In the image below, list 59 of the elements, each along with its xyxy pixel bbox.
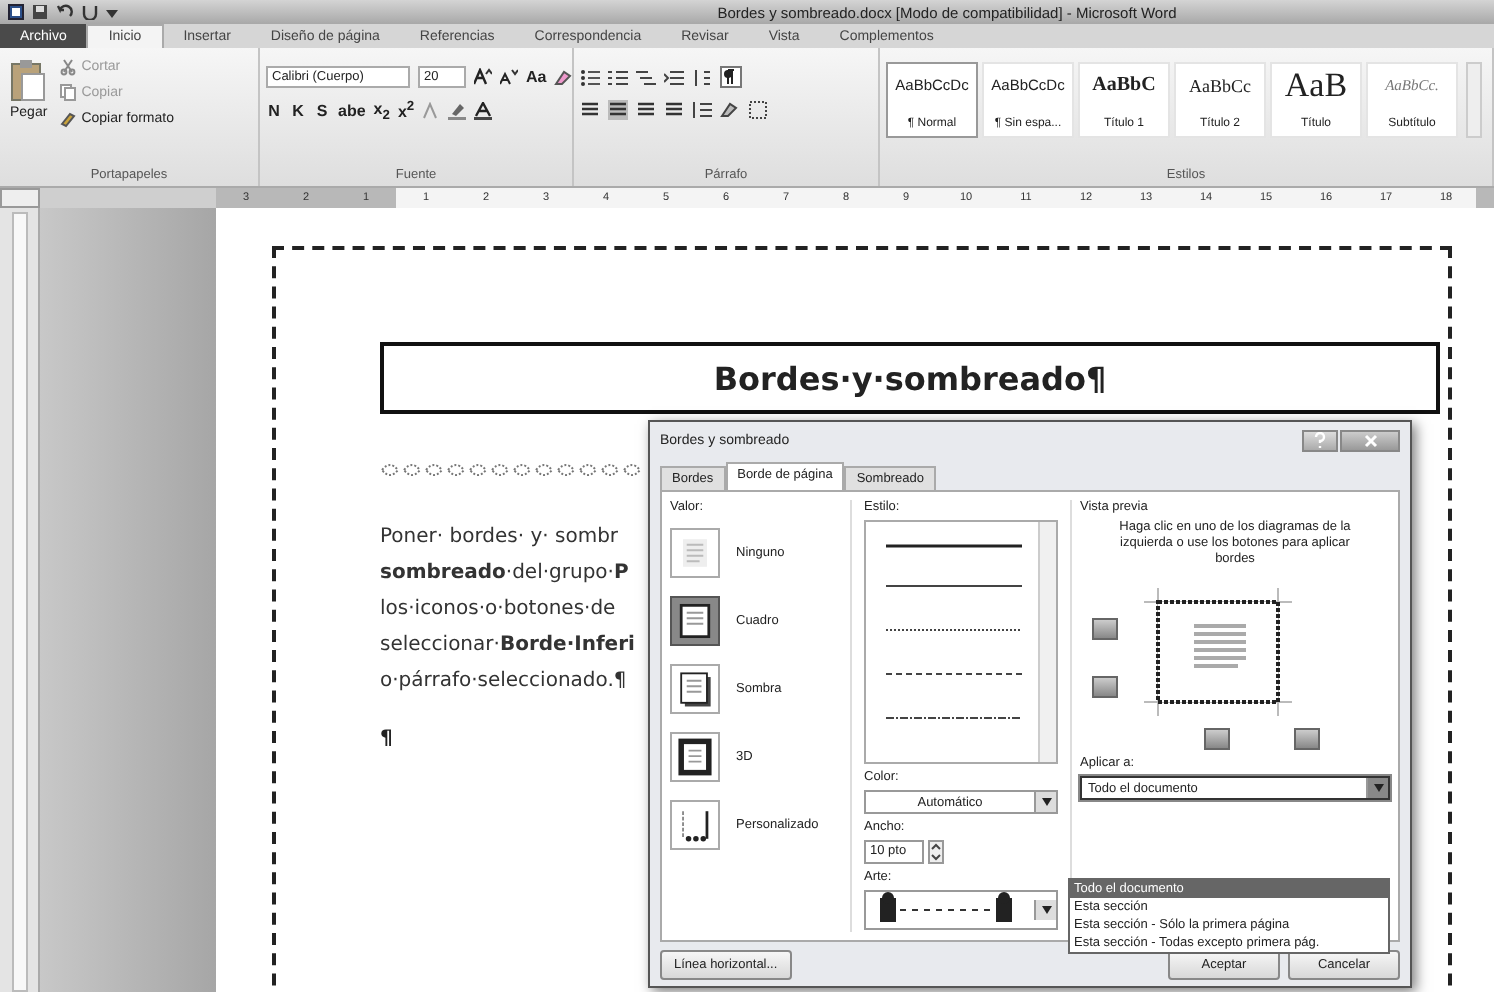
align-icon[interactable] [636, 100, 656, 120]
dropdown-arrow-icon [1041, 906, 1051, 914]
close-icon [1363, 433, 1377, 447]
bottom-border-button[interactable] [1092, 676, 1118, 698]
redo-icon[interactable] [82, 4, 98, 20]
copy-icon [59, 84, 76, 102]
spinner-icon[interactable] [928, 840, 944, 864]
styles-scrollbar[interactable] [1466, 62, 1482, 138]
align-icon[interactable] [608, 100, 628, 120]
font-color-icon[interactable] [474, 102, 493, 121]
change-case-button[interactable]: Aa [526, 68, 547, 86]
paragraph-text: los·iconos·o·botones·de [380, 596, 616, 624]
align-icon[interactable] [580, 100, 600, 120]
pilcrow-toggle-icon[interactable] [720, 66, 742, 88]
eraser-icon[interactable] [554, 68, 573, 86]
highlighter-icon[interactable] [448, 102, 467, 121]
shrink-font-icon[interactable] [500, 68, 518, 86]
art-dropdown[interactable] [864, 890, 1058, 930]
brush-icon [59, 110, 76, 128]
bullet-list-icon[interactable] [580, 67, 600, 87]
format-button[interactable]: S [314, 102, 330, 121]
right-border-button[interactable] [1294, 728, 1320, 750]
format-button[interactable]: K [290, 102, 306, 121]
scrollbar[interactable] [1038, 522, 1056, 762]
shading-icon[interactable] [720, 100, 740, 120]
paragraph-text: sombreado·del·grupo·P [380, 560, 629, 588]
format-button[interactable]: x$_{2}$ [373, 100, 390, 124]
scissors-icon [59, 58, 76, 76]
close-button[interactable] [1340, 429, 1400, 451]
format-button[interactable]: x$^{2}$ [397, 100, 415, 123]
paragraph-text: o·párrafo·seleccionado.¶ [380, 668, 627, 696]
style-preview: AaBbCc [1189, 74, 1251, 100]
style-preview: AaBbC [1092, 72, 1156, 100]
style-preview: AaB [1284, 72, 1348, 100]
dropdown-arrow-icon[interactable] [106, 4, 118, 20]
save-icon[interactable] [32, 4, 48, 20]
sort-icon[interactable] [692, 67, 712, 87]
heading-text: Bordes·y·sombreado¶ [380, 342, 1440, 414]
format-button[interactable]: N [266, 102, 282, 121]
undo-icon[interactable] [56, 4, 74, 20]
align-icon[interactable] [664, 100, 684, 120]
multilevel-list-icon[interactable] [636, 67, 656, 87]
numbered-list-icon[interactable] [608, 67, 628, 87]
line-spacing-icon[interactable] [692, 100, 712, 120]
indent-icon[interactable] [664, 67, 684, 87]
dropdown-arrow-icon [1373, 784, 1383, 792]
paragraph-text: Poner· bordes· y· sombr [380, 524, 619, 552]
app-icon[interactable] [8, 4, 24, 20]
format-button[interactable]: abe [338, 102, 366, 121]
borders-icon[interactable] [748, 100, 768, 120]
top-border-button[interactable] [1092, 618, 1118, 640]
help-icon [1314, 432, 1326, 448]
clipboard-icon [10, 58, 47, 102]
help-button[interactable] [1302, 429, 1338, 451]
left-border-button[interactable] [1204, 728, 1230, 750]
paragraph-text: seleccionar·Borde·Inferi [380, 632, 635, 660]
dropdown-arrow-icon [1041, 798, 1051, 806]
paragraph-mark: ¶ [380, 728, 393, 750]
grow-font-icon[interactable] [474, 68, 492, 86]
